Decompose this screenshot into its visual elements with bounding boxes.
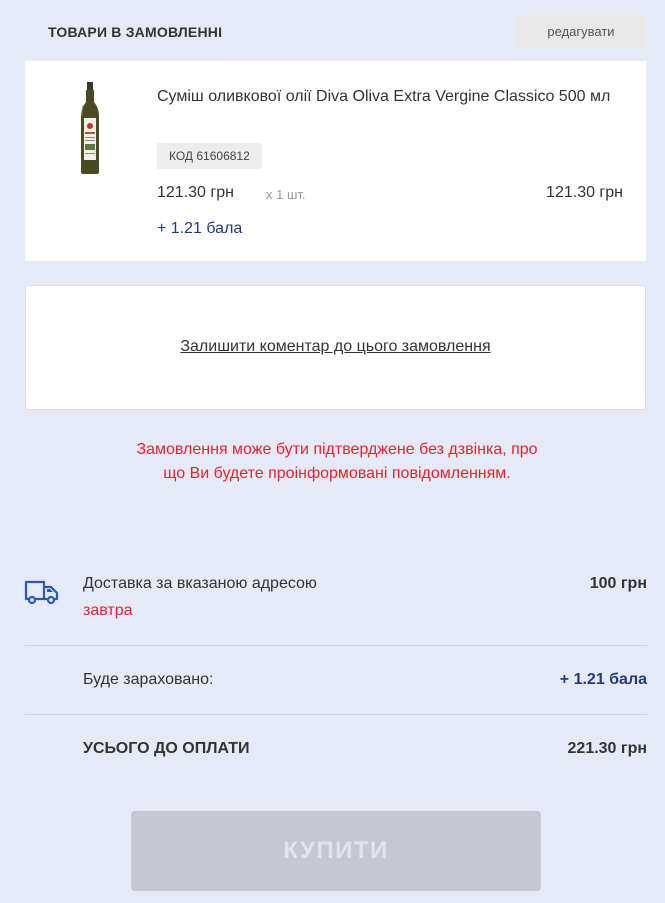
total-value: 221.30 грн: [567, 740, 647, 757]
product-unit-price: 121.30 грн: [157, 184, 234, 201]
product-name[interactable]: Суміш оливкової олії Diva Oliva Extra Ve…: [157, 85, 627, 109]
add-comment-link[interactable]: Залишити коментар до цього замовлення: [26, 338, 645, 356]
delivery-date: завтра: [83, 602, 133, 619]
product-total-price: 121.30 грн: [546, 184, 623, 201]
product-bonus-points: + 1.21 бала: [157, 220, 243, 237]
bonus-value: + 1.21 бала: [559, 671, 647, 688]
divider: [25, 714, 647, 715]
edit-button[interactable]: редагувати: [517, 15, 645, 47]
comment-card[interactable]: Залишити коментар до цього замовлення: [25, 285, 646, 410]
bonus-label: Буде зараховано:: [83, 671, 214, 688]
confirmation-notice: Замовлення може бути підтверджене без дз…: [136, 441, 538, 482]
product-code-badge: КОД 61606812: [157, 143, 262, 169]
total-label: УСЬОГО ДО ОПЛАТИ: [83, 740, 250, 757]
buy-button[interactable]: КУПИТИ: [131, 811, 541, 891]
delivery-label: Доставка за вказаною адресою: [83, 575, 317, 592]
divider: [25, 645, 647, 646]
truck-icon: [24, 578, 60, 606]
olive-oil-bottle-icon: [77, 82, 103, 174]
order-items-header: ТОВАРИ В ЗАМОВЛЕННІ редагувати: [0, 0, 665, 60]
product-card: Суміш оливкової олії Diva Oliva Extra Ve…: [25, 61, 646, 261]
order-items-title: ТОВАРИ В ЗАМОВЛЕННІ: [48, 24, 223, 40]
product-quantity: х 1 шт.: [266, 187, 306, 202]
delivery-price: 100 грн: [589, 575, 647, 592]
